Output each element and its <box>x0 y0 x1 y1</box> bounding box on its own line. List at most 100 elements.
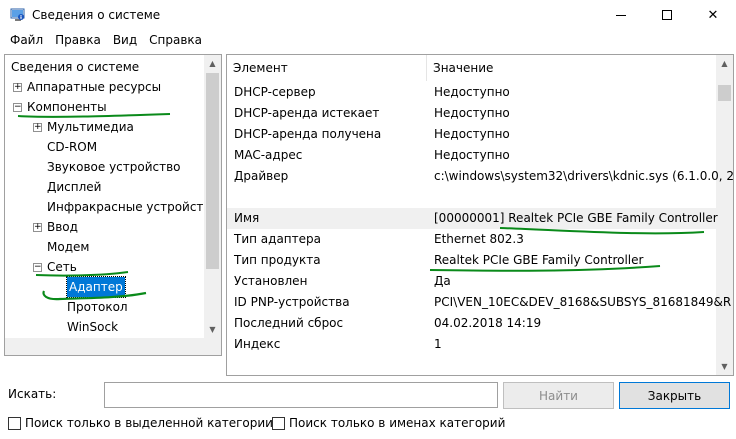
details-vertical-scrollbar[interactable]: ▲ ▼ <box>716 55 733 375</box>
tree-item-label: Инфракрасные устройства <box>47 200 218 214</box>
table-row[interactable]: Установлен Да <box>227 271 717 292</box>
cell-element: DHCP-аренда получена <box>234 127 382 141</box>
tree-item-label: Ввод <box>47 220 78 234</box>
maximize-icon <box>662 10 672 20</box>
tree-vertical-scrollbar[interactable]: ▲ ▼ <box>204 55 221 338</box>
tree-item[interactable]: WinSock <box>5 317 205 337</box>
tree-item[interactable]: Протокол <box>5 297 205 317</box>
collapse-icon[interactable]: − <box>13 103 22 112</box>
menu-help[interactable]: Справка <box>143 33 208 47</box>
system-info-icon <box>10 8 25 21</box>
tree-item[interactable]: + Аппаратные ресурсы <box>5 77 205 97</box>
cell-element: Имя <box>234 211 260 225</box>
tree-item-label: Аппаратные ресурсы <box>27 80 162 94</box>
table-row[interactable]: ID PNP-устройства PCI\VEN_10EC&DEV_8168&S… <box>227 292 731 313</box>
tree-horizontal-scrollbar[interactable] <box>5 338 221 355</box>
title-bar: Сведения о системе ✕ <box>0 0 736 30</box>
scroll-up-icon[interactable]: ▲ <box>204 55 221 72</box>
menu-view[interactable]: Вид <box>107 33 143 47</box>
details-list[interactable]: Элемент Значение ▲ ▼ DHCP-сервер Недоступ… <box>226 54 734 376</box>
column-header-element[interactable]: Элемент <box>227 55 427 81</box>
maximize-button[interactable] <box>644 0 690 30</box>
table-row[interactable]: Последний сброс 04.02.2018 14:19 <box>227 313 717 334</box>
table-row[interactable]: Тип продукта Realtek PCIe GBE Family Cont… <box>227 250 717 271</box>
cell-value: Да <box>434 274 451 288</box>
tree-item[interactable]: − Компоненты <box>5 97 205 117</box>
tree-item[interactable]: Инфракрасные устройства <box>5 197 218 217</box>
scroll-down-icon[interactable]: ▼ <box>716 358 733 375</box>
cell-element: Тип адаптера <box>234 232 321 246</box>
tree-item-label: Протокол <box>67 300 128 314</box>
tree-item-label: CD-ROM <box>47 140 98 154</box>
tree-item[interactable]: Модем <box>5 237 205 257</box>
scroll-up-icon[interactable]: ▲ <box>716 55 733 72</box>
cell-value: Недоступно <box>434 85 510 99</box>
tree-item-label: Сведения о системе <box>11 60 140 74</box>
tree-item[interactable]: + Мультимедиа <box>5 117 205 137</box>
cell-element: Индекс <box>234 337 281 351</box>
cell-element: DHCP-аренда истекает <box>234 106 380 120</box>
tree-item[interactable]: Дисплей <box>5 177 205 197</box>
find-button[interactable]: Найти <box>503 382 614 409</box>
checkbox-icon[interactable] <box>272 416 285 430</box>
tree-item[interactable]: CD-ROM <box>5 137 205 157</box>
menu-file[interactable]: Файл <box>4 33 49 47</box>
cell-value: Недоступно <box>434 106 510 120</box>
table-row[interactable]: DHCP-сервер Недоступно <box>227 82 717 103</box>
cell-value: PCI\VEN_10EC&DEV_8168&SUBSYS_81681849&R <box>434 295 732 309</box>
menu-bar: Файл Правка Вид Справка <box>0 30 736 50</box>
close-button-label: Закрыть <box>647 388 702 403</box>
cell-element: Драйвер <box>234 169 289 183</box>
minimize-button[interactable] <box>598 0 644 30</box>
tree-item[interactable]: − Сеть <box>5 257 205 277</box>
expand-icon[interactable]: + <box>13 83 22 92</box>
tree-item-label: Адаптер <box>66 276 126 298</box>
table-row[interactable]: Драйвер c:\windows\system32\drivers\kdnic… <box>227 166 733 187</box>
column-header-value[interactable]: Значение <box>427 55 717 81</box>
scroll-down-icon[interactable]: ▼ <box>204 321 221 338</box>
tree-scroll-thumb[interactable] <box>206 73 219 269</box>
table-row[interactable] <box>227 187 717 208</box>
tree-item-label: Дисплей <box>47 180 102 194</box>
table-row[interactable]: DHCP-аренда получена Недоступно <box>227 124 717 145</box>
cell-value: 04.02.2018 14:19 <box>434 316 542 330</box>
details-scroll-thumb[interactable] <box>718 85 731 101</box>
tree-item-label: Компоненты <box>27 100 107 114</box>
collapse-icon[interactable]: − <box>33 263 42 272</box>
checkbox-icon[interactable] <box>8 416 21 430</box>
cell-element: DHCP-сервер <box>234 85 316 99</box>
cell-element: Тип продукта <box>234 253 321 267</box>
table-row[interactable]: MAC-адрес Недоступно <box>227 145 717 166</box>
tree-item[interactable]: Адаптер <box>5 276 205 298</box>
cell-value: c:\windows\system32\drivers\kdnic.sys (6… <box>434 169 734 183</box>
search-input[interactable] <box>104 382 498 408</box>
category-tree[interactable]: Сведения о системе + Аппаратные ресурсы − Ко… <box>4 54 222 356</box>
tree-item[interactable]: Звуковое устройство <box>5 157 205 177</box>
close-window-button[interactable]: ✕ <box>690 0 736 30</box>
table-row[interactable]: Имя [00000001] Realtek PCIe GBE Family Co… <box>227 208 718 229</box>
window-title: Сведения о системе <box>32 8 161 22</box>
checkbox-selected-category-label: Поиск только в выделенной категории <box>25 416 273 430</box>
cell-element: Установлен <box>234 274 308 288</box>
tree-item[interactable]: Сведения о системе <box>5 57 205 77</box>
tree-item[interactable]: + Ввод <box>5 217 205 237</box>
table-row[interactable]: Тип адаптера Ethernet 802.3 <box>227 229 717 250</box>
minimize-icon <box>616 14 626 16</box>
checkbox-selected-category[interactable]: Поиск только в выделенной категории <box>8 414 273 432</box>
menu-edit[interactable]: Правка <box>49 33 107 47</box>
cell-value: [00000001] Realtek PCIe GBE Family Contr… <box>434 211 718 225</box>
checkbox-category-names[interactable]: Поиск только в именах категорий <box>272 414 505 432</box>
cell-value: 1 <box>434 337 442 351</box>
tree-item-label: Мультимедиа <box>47 120 134 134</box>
close-button[interactable]: Закрыть <box>619 382 730 409</box>
table-row[interactable]: DHCP-аренда истекает Недоступно <box>227 103 717 124</box>
expand-icon[interactable]: + <box>33 223 42 232</box>
cell-value: Недоступно <box>434 148 510 162</box>
expand-icon[interactable]: + <box>33 123 42 132</box>
close-icon: ✕ <box>707 7 719 23</box>
table-row[interactable]: Индекс 1 <box>227 334 717 355</box>
cell-element: Последний сброс <box>234 316 344 330</box>
cell-value: Realtek PCIe GBE Family Controller <box>434 253 644 267</box>
tree-item-label: Сеть <box>47 260 77 274</box>
tree-item-label: Звуковое устройство <box>47 160 181 174</box>
